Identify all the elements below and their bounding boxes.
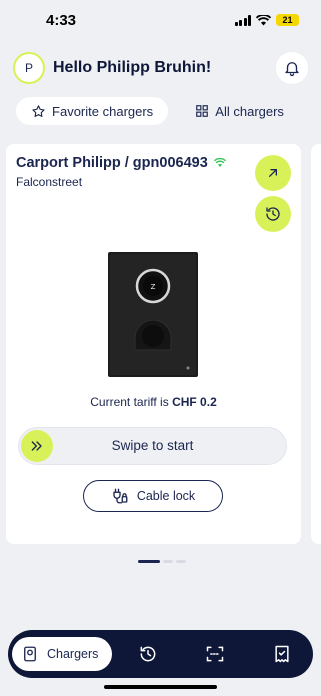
nav-chargers-label: Chargers [47,647,99,661]
open-charger-button[interactable] [255,155,291,191]
cable-lock-button[interactable]: Cable lock [83,480,223,512]
home-indicator[interactable] [104,685,217,689]
bell-icon [285,62,299,77]
charger-image: Z [108,252,198,377]
charger-card: Carport Philipp / gpn006493 Falconstreet… [6,144,301,544]
pager-dot[interactable] [163,560,173,563]
pager-dot-active[interactable] [138,560,160,563]
status-icons: 21 [234,14,299,26]
charger-title: Carport Philipp / gpn006493 [16,155,226,171]
swipe-handle[interactable] [21,430,53,462]
star-icon [32,104,45,117]
wifi-icon [213,158,226,167]
charger-name: Carport Philipp / gpn006493 [16,155,208,171]
tariff-info: Current tariff is CHF 0.2 [6,395,301,409]
notifications-button[interactable] [276,52,308,84]
swipe-to-start-slider[interactable]: Swipe to start [18,427,287,465]
scan-icon [206,646,224,662]
header: P Hello Philipp Bruhin! [13,52,308,84]
card-pager [138,560,186,563]
tab-all-chargers[interactable]: All chargers [174,97,305,125]
nav-item-history[interactable] [136,642,160,666]
charger-icon [24,646,36,662]
swipe-label: Swipe to start [111,438,194,453]
arrow-up-right-icon [269,169,277,177]
double-chevron-right-icon [31,441,42,451]
next-charger-card[interactable] [311,144,321,544]
cable-lock-label: Cable lock [136,489,196,503]
pager-dot[interactable] [176,560,186,563]
history-icon [266,207,280,221]
svg-text:Z: Z [151,283,156,291]
signal-icon [234,14,251,26]
tab-favorite-label: Favorite chargers [52,103,154,119]
charger-history-button[interactable] [255,196,291,232]
tariff-label: Current tariff is [90,395,169,409]
nav-item-receipts[interactable] [270,642,294,666]
history-icon [140,646,156,662]
grid-icon [196,105,209,117]
status-bar: 4:33 21 [0,0,321,44]
status-time: 4:33 [46,12,77,29]
bottom-nav: Chargers [8,630,313,678]
nav-item-scan[interactable] [203,642,227,666]
receipt-icon [275,645,289,663]
nav-item-chargers[interactable]: Chargers [12,637,112,671]
wifi-status-icon [256,14,271,25]
charger-tabs: Favorite chargers All chargers [16,97,305,125]
tariff-value: CHF 0.2 [172,395,217,409]
avatar[interactable]: P [13,52,45,84]
plug-icon [113,488,128,504]
greeting: Hello Philipp Bruhin! [53,59,212,76]
tab-all-label: All chargers [215,103,284,119]
charger-location: Falconstreet [16,175,83,189]
battery-icon: 21 [276,14,299,26]
tab-favorite-chargers[interactable]: Favorite chargers [16,97,169,125]
